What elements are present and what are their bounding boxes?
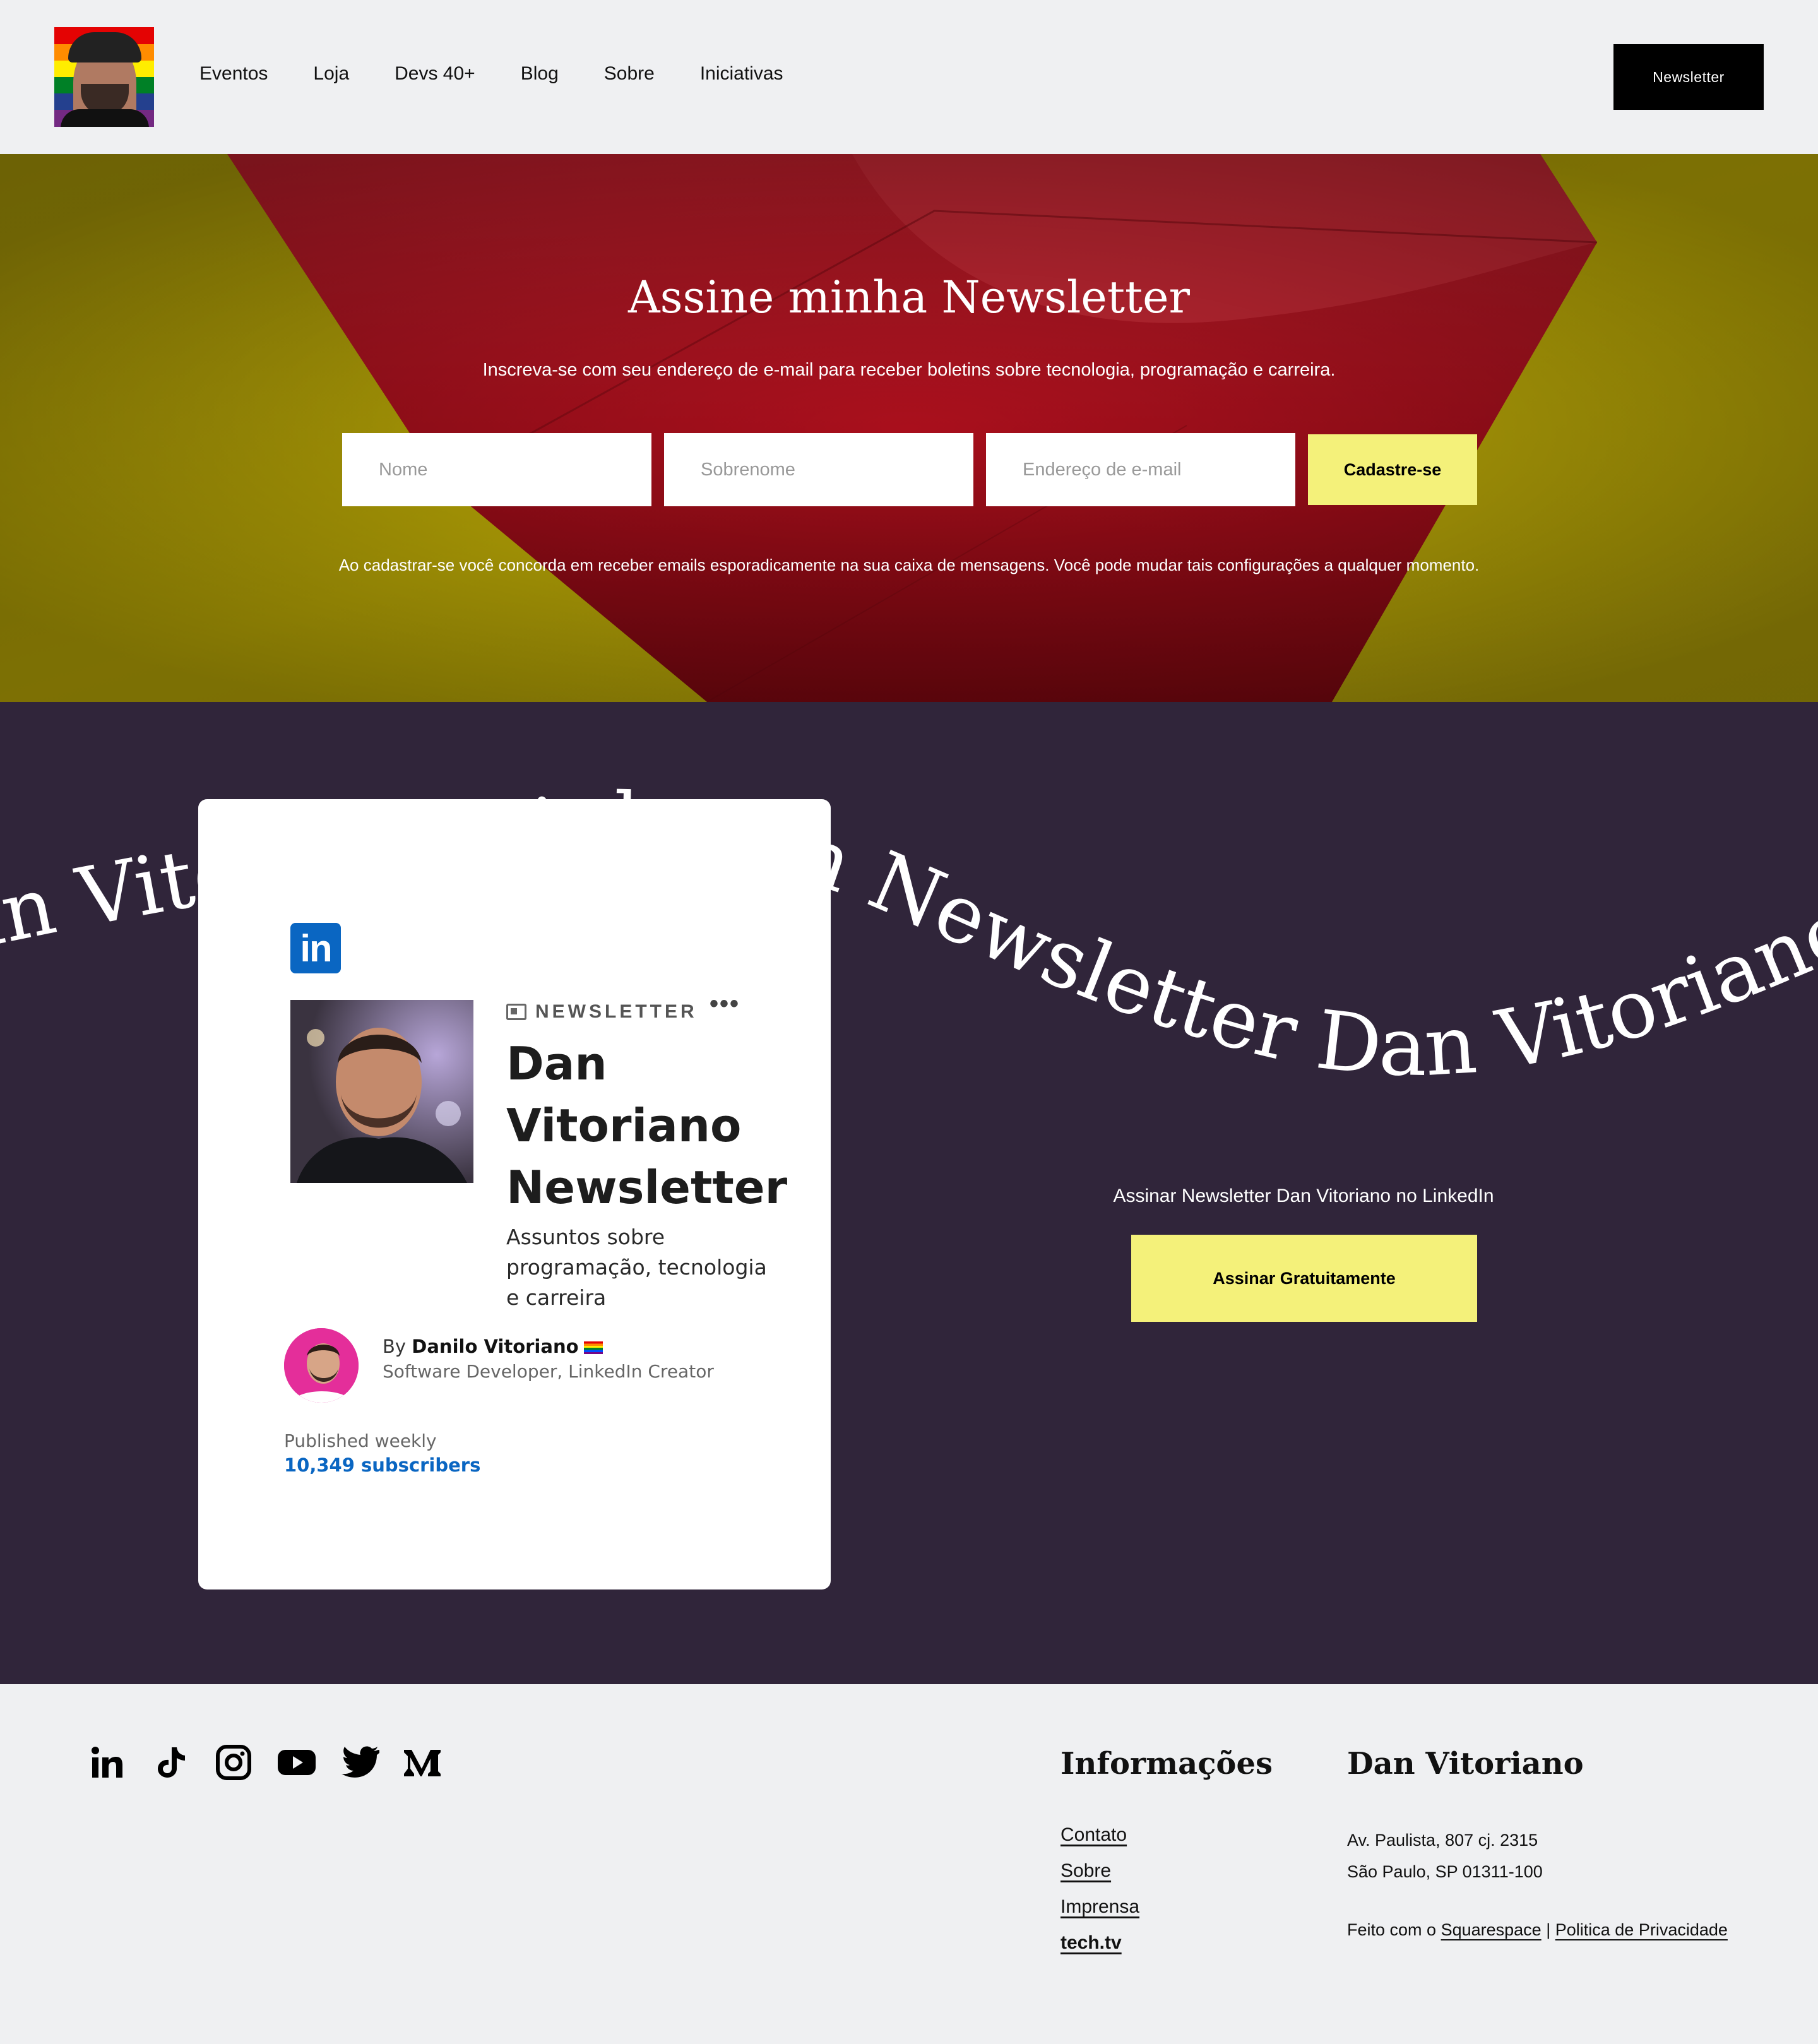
twitter-icon[interactable] (340, 1742, 380, 1783)
site-credit: Feito com o Squarespace | Politica de Pr… (1347, 1920, 1728, 1940)
subscribe-free-button[interactable]: Assinar Gratuitamente (1131, 1235, 1477, 1322)
nav-loja[interactable]: Loja (313, 63, 349, 85)
newsletter-description: Assuntos sobre programação, tecnologia e… (506, 1225, 767, 1310)
nav-blog[interactable]: Blog (521, 63, 559, 85)
address-line-2: São Paulo, SP 01311-100 (1347, 1862, 1543, 1881)
more-options-icon[interactable]: ••• (710, 990, 740, 1018)
social-links (87, 1742, 443, 1783)
linkedin-promo: Newsletter Dan Vitoriano LinkedIn Newsle… (0, 702, 1818, 1684)
first-name-input[interactable]: Nome (342, 433, 651, 506)
envelope-background (0, 154, 1818, 702)
site-header: Eventos Loja Devs 40+ Blog Sobre Iniciat… (0, 0, 1818, 154)
consent-note: Ao cadastrar-se você concorda em receber… (338, 556, 1480, 574)
linkedin-icon[interactable] (87, 1742, 128, 1783)
site-logo[interactable] (54, 27, 154, 127)
tiktok-icon[interactable] (150, 1742, 191, 1783)
address-line-1: Av. Paulista, 807 cj. 2315 (1347, 1831, 1538, 1850)
promo-text: Assinar Newsletter Dan Vitoriano no Link… (1113, 1185, 1494, 1206)
brand-heading: Dan Vitoriano (1347, 1746, 1584, 1781)
privacy-policy-link[interactable]: Politica de Privacidade (1555, 1920, 1728, 1939)
nav-devs-40[interactable]: Devs 40+ (395, 63, 475, 85)
rainbow-flag-icon (583, 1341, 603, 1354)
linkedin-newsletter-card[interactable]: in NEWSLETTER ••• Dan Vitoriano Newslett… (198, 799, 831, 1589)
newsletter-label-text: NEWSLETTER (535, 1001, 698, 1022)
newsletter-icon (506, 1004, 526, 1020)
hero-subtitle: Inscreva-se com seu endereço de e-mail p… (482, 360, 1336, 380)
subscribe-button[interactable]: Cadastre-se (1308, 434, 1477, 505)
nav-eventos[interactable]: Eventos (199, 63, 268, 85)
author-avatar (284, 1328, 359, 1403)
linkedin-logo-icon: in (290, 923, 341, 973)
newsletter-hero: Assine minha Newsletter Inscreva-se com … (0, 154, 1818, 702)
medium-icon[interactable] (403, 1742, 443, 1783)
email-input[interactable]: Endereço de e-mail (986, 433, 1295, 506)
footer-links: Contato Sobre Imprensa tech.tv (1060, 1824, 1139, 1968)
byline-prefix: By (383, 1336, 407, 1357)
address: Av. Paulista, 807 cj. 2315 São Paulo, SP… (1347, 1824, 1543, 1887)
author-byline: By Danilo Vitoriano (383, 1336, 603, 1357)
nav-sobre[interactable]: Sobre (604, 63, 655, 85)
site-footer: Informações Contato Sobre Imprensa tech.… (0, 1684, 1818, 2044)
main-nav: Eventos Loja Devs 40+ Blog Sobre Iniciat… (199, 63, 783, 85)
subscriber-count[interactable]: 10,349 subscribers (284, 1454, 480, 1476)
newsletter-button[interactable]: Newsletter (1613, 44, 1764, 110)
credit-separator: | (1546, 1920, 1551, 1939)
footer-link-imprensa[interactable]: Imprensa (1060, 1896, 1139, 1918)
info-heading: Informações (1060, 1746, 1273, 1781)
footer-link-sobre[interactable]: Sobre (1060, 1860, 1139, 1882)
footer-link-contato[interactable]: Contato (1060, 1824, 1139, 1846)
credit-prefix: Feito com o (1347, 1920, 1437, 1939)
author-role: Software Developer, LinkedIn Creator (383, 1361, 714, 1382)
publish-frequency: Published weekly (284, 1430, 437, 1451)
instagram-icon[interactable] (213, 1742, 254, 1783)
author-photo (290, 1000, 473, 1183)
youtube-icon[interactable] (276, 1742, 317, 1783)
footer-link-techtv[interactable]: tech.tv (1060, 1932, 1139, 1954)
newsletter-title: Dan Vitoriano Newsletter (506, 1037, 788, 1214)
last-name-input[interactable]: Sobrenome (664, 433, 973, 506)
newsletter-label: NEWSLETTER (506, 1001, 698, 1023)
nav-iniciativas[interactable]: Iniciativas (700, 63, 783, 85)
hero-title: Assine minha Newsletter (628, 271, 1190, 323)
author-name[interactable]: Danilo Vitoriano (412, 1336, 578, 1357)
squarespace-link[interactable]: Squarespace (1441, 1920, 1542, 1939)
